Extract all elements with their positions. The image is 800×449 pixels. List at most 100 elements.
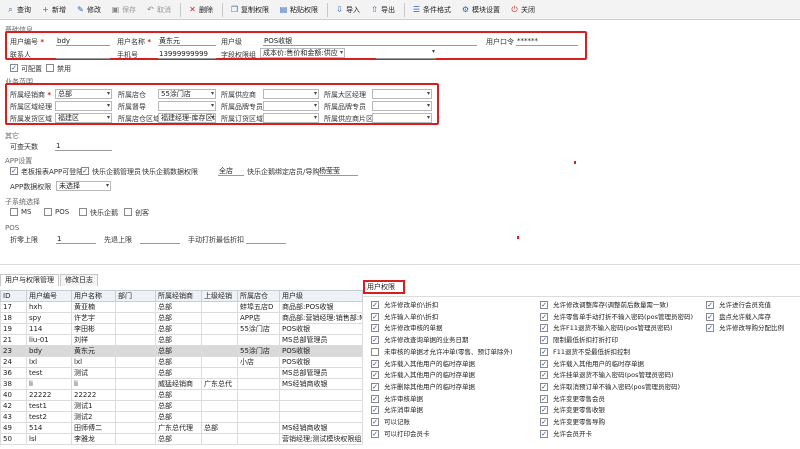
permission-item[interactable]: ✓ 允许删除其他用户的临时存单据	[371, 382, 531, 392]
allow-login-checkbox[interactable]: ✓	[10, 64, 18, 72]
column-header[interactable]: 所属店仓	[237, 290, 280, 302]
permission-checkbox[interactable]: ✓	[540, 429, 548, 438]
column-header[interactable]: 上级经销	[201, 290, 238, 302]
toolbar-button-12[interactable]: ⏻ 关闭	[506, 2, 539, 18]
toolbar-button-9[interactable]: ⇧ 导出	[366, 2, 399, 18]
permission-checkbox[interactable]	[371, 347, 379, 356]
toolbar-button-6[interactable]: ❐ 复制权限	[226, 2, 273, 18]
toolbar-button-1[interactable]: + 新增	[37, 2, 70, 18]
subsys-checkbox[interactable]	[10, 208, 18, 216]
shop-input[interactable]	[140, 234, 180, 244]
permission-item[interactable]: ✓ 允许载入其他用户的临时存单据	[540, 359, 698, 369]
supplier-select[interactable]: ▾	[263, 89, 319, 99]
permission-checkbox[interactable]: ✓	[706, 324, 714, 333]
permission-checkbox[interactable]: ✓	[540, 312, 548, 321]
column-header[interactable]: 用户编号	[26, 290, 72, 302]
permission-item[interactable]: ✓ 盘点允许载入库存	[706, 312, 796, 322]
toolbar-button-10[interactable]: ☰ 条件格式	[408, 2, 455, 18]
toolbar-button-0[interactable]: ⌕ 查询	[2, 2, 35, 18]
data-perm-input[interactable]: 全店	[218, 166, 244, 176]
permission-item[interactable]: ✓ 允许变更零售会员	[540, 394, 698, 404]
table-row[interactable]: 36 test 测试 总部 MS总部管理员	[0, 367, 363, 379]
table-row[interactable]: 43 test2 测试2 总部	[0, 411, 363, 423]
app-data-perm-select[interactable]: 未选择 ▾	[56, 181, 111, 191]
permission-item[interactable]: ✓ 限制最低折扣打折打印	[540, 336, 698, 345]
user-name-input[interactable]: 黄东元	[158, 36, 216, 46]
permission-item[interactable]: ✓ 允许修改查询单据的业务日期	[371, 336, 531, 345]
permission-checkbox[interactable]: ✓	[706, 301, 714, 309]
subsys-checkbox[interactable]	[44, 208, 52, 216]
permission-item[interactable]: 未审核的单据才允许冲单(零售、预订单除外)	[371, 347, 531, 357]
order-area-select[interactable]: ▾	[263, 113, 319, 123]
permission-checkbox[interactable]: ✓	[540, 301, 548, 309]
permission-checkbox[interactable]: ✓	[540, 347, 548, 356]
toolbar-button-4[interactable]: ↶ 取消	[142, 2, 175, 18]
remark-input[interactable]	[376, 49, 436, 59]
manager-checkbox[interactable]: ✓	[81, 167, 89, 175]
table-row[interactable]: 23 bdy 黄东元 总部 55涂门店 POS收银	[0, 345, 363, 357]
contact-input[interactable]	[56, 49, 110, 59]
supplier-area-select[interactable]: ▾	[372, 113, 432, 123]
permission-checkbox[interactable]: ✓	[371, 301, 379, 309]
supervisor-select[interactable]: ▾	[158, 101, 216, 111]
store-guide-input[interactable]: 杨莹莹	[318, 166, 358, 176]
permission-checkbox[interactable]: ✓	[540, 336, 548, 345]
tab-1[interactable]: 修改日志	[60, 274, 98, 286]
cost-price-select[interactable]: 成本价:售价和金额:供应 ▾	[260, 48, 345, 58]
permission-checkbox[interactable]: ✓	[371, 429, 379, 438]
big-area-select[interactable]: ▾	[372, 89, 432, 99]
permission-item[interactable]: ✓ 允许修改审核的单据	[371, 324, 531, 333]
phone-input[interactable]: 13999999999	[158, 49, 216, 59]
store-select[interactable]: 55涂门店 ▾	[158, 89, 216, 99]
toolbar-button-8[interactable]: ⇩ 导入	[331, 2, 364, 18]
permission-item[interactable]: ✓ 允许会员开卡	[540, 429, 698, 439]
permission-item[interactable]: ✓ 允许F11退货不输入密码(pos管理员密码)	[540, 324, 698, 333]
permission-item[interactable]: ✓ 允许载入其他用户的临时存单据	[371, 371, 531, 380]
permission-item[interactable]: ✓ 可以记账	[371, 418, 531, 427]
permission-checkbox[interactable]: ✓	[371, 382, 379, 391]
boss-app-checkbox[interactable]: ✓	[10, 167, 18, 175]
subsys-checkbox[interactable]	[79, 208, 87, 216]
permission-checkbox[interactable]: ✓	[540, 394, 548, 403]
dist-area-select[interactable]: 福建区 ▾	[55, 113, 112, 123]
table-row[interactable]: 50 lsl 李雅龙 总部 营销经理;测试模块权限组	[0, 433, 363, 445]
discount-input[interactable]: 1	[56, 234, 96, 244]
permission-checkbox[interactable]: ✓	[540, 406, 548, 415]
permission-checkbox[interactable]: ✓	[540, 359, 548, 368]
table-row[interactable]: 49 514 田师傅二 广东总代理 总部 MS经销商收银	[0, 422, 363, 434]
table-row[interactable]: 42 test1 测试1 总部	[0, 400, 363, 412]
permission-item[interactable]: ✓ 允许载入其他用户的临时存单据	[371, 359, 531, 369]
permission-item[interactable]: ✓ 可以打印会员卡	[371, 429, 531, 439]
subsys-checkbox[interactable]	[124, 208, 132, 216]
tab-0[interactable]: 用户与权限管理	[0, 274, 59, 286]
permission-item[interactable]: ✓ 允许消审单据	[371, 406, 531, 415]
toolbar-button-11[interactable]: ⚙ 模块设置	[457, 2, 504, 18]
table-row[interactable]: 18 spy 许艺宇 总部 APP店 商品部:营销经理:销售部:M	[0, 312, 363, 324]
brand-mgr-select[interactable]: ▾	[263, 101, 319, 111]
column-header[interactable]: 所属经销商	[155, 290, 202, 302]
toolbar-button-3[interactable]: ▣ 保存	[107, 2, 140, 18]
column-header[interactable]: 部门	[115, 290, 156, 302]
permission-checkbox[interactable]: ✓	[706, 312, 714, 321]
permission-item[interactable]: ✓ 允许变更零售收银	[540, 406, 698, 415]
table-row[interactable]: 24 lxl lxl 总部 小店 POS收银	[0, 356, 363, 368]
permission-item[interactable]: ✓ 允许零售单手动打折不输入密码(pos管理员密码)	[540, 312, 698, 322]
toolbar-button-2[interactable]: ✎ 修改	[72, 2, 105, 18]
permission-checkbox[interactable]: ✓	[371, 418, 379, 426]
brand-select[interactable]: ▾	[372, 101, 432, 111]
table-row[interactable]: 40 22222 22222 总部	[0, 389, 363, 401]
disabled-checkbox[interactable]	[46, 64, 54, 72]
table-row[interactable]: 17 hxh 黄亚楠 总部 蚌埠五店D 商品部:POS收银	[0, 301, 363, 313]
permission-item[interactable]: ✓ 允许输入单价\折扣	[371, 312, 531, 322]
permission-item[interactable]: ✓ 允许修改调整库存(调整前后数量需一致)	[540, 301, 698, 310]
permission-checkbox[interactable]: ✓	[540, 382, 548, 391]
permission-checkbox[interactable]: ✓	[371, 336, 379, 345]
permission-item[interactable]: ✓ 允许修改单价\折扣	[371, 301, 531, 310]
toolbar-button-7[interactable]: ▤ 粘贴权限	[275, 2, 322, 18]
permission-item[interactable]: ✓ F11退货不受最低折扣控制	[540, 347, 698, 357]
table-row[interactable]: 38 li li 威猛经销商 广东总代 MS经销商收银	[0, 378, 363, 390]
permission-item[interactable]: ✓ 允许修改导购分配比例	[706, 324, 796, 333]
valid-days-input[interactable]: 1	[55, 141, 112, 151]
table-row[interactable]: 21 liu-01 刘祥 总部 MS总部管理员	[0, 334, 363, 346]
column-header[interactable]: ID	[0, 290, 27, 302]
